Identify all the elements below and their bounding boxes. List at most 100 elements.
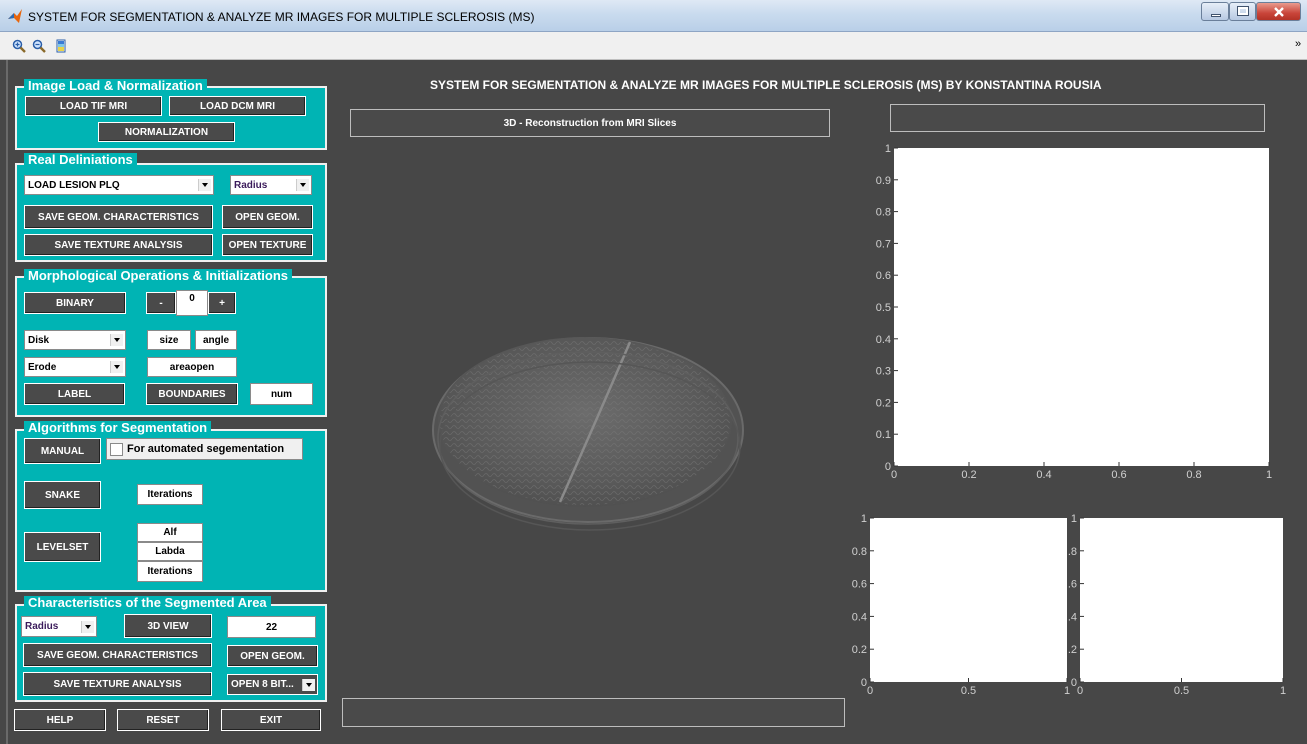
num-field[interactable]: num — [250, 383, 313, 405]
zoom-in-icon[interactable] — [12, 39, 26, 53]
y-tick-label: 1 — [861, 513, 867, 525]
y-tick-label: 0.4 — [852, 611, 867, 623]
decrement-button[interactable]: - — [146, 292, 176, 314]
figure-toolbar: » — [0, 32, 1307, 60]
y-tick-label: 0.4 — [1068, 611, 1077, 623]
normalization-button[interactable]: NORMALIZATION — [98, 122, 235, 142]
chevron-down-icon — [81, 620, 94, 633]
panel-characteristics-title: Characteristics of the Segmented Area — [24, 596, 271, 610]
right-status-box — [890, 104, 1265, 132]
y-tick-label: 0.4 — [876, 334, 891, 346]
y-tick-label: 0.2 — [876, 397, 891, 409]
auto-segmentation-checkbox[interactable] — [110, 442, 123, 456]
y-tick-label: 0 — [861, 677, 867, 689]
y-tick-label: 0.7 — [876, 238, 891, 250]
window-title: SYSTEM FOR SEGMENTATION & ANALYZE MR IMA… — [28, 10, 535, 24]
y-tick-label: 0.6 — [852, 579, 867, 591]
y-tick-label: 0.1 — [876, 429, 891, 441]
plot-area — [1080, 518, 1283, 682]
y-tick-label: 0.8 — [852, 546, 867, 558]
x-tick-label: 1 — [1266, 469, 1272, 481]
close-icon — [1274, 7, 1284, 17]
y-tick-label: 0 — [885, 461, 891, 473]
toolbar-overflow-icon[interactable]: » — [1295, 38, 1301, 50]
open-texture-button[interactable]: OPEN TEXTURE — [222, 234, 313, 256]
open-8bit-select[interactable]: OPEN 8 BIT... — [227, 674, 318, 695]
auto-segmentation-label: For automated segementation — [127, 443, 285, 455]
help-button[interactable]: HELP — [14, 709, 106, 731]
areaopen-field[interactable]: areaopen — [147, 357, 237, 377]
size-field[interactable]: size — [147, 330, 191, 350]
chart-main: 0 0.2 0.4 0.6 0.8 1 0 0.1 0.2 0.3 0.4 0.5 0.6 0.7 0.8 0… — [876, 143, 1272, 481]
lesion-select[interactable]: LOAD LESION PLQ — [24, 175, 214, 195]
label-button[interactable]: LABEL — [24, 383, 125, 405]
chars-radius-select[interactable]: Radius — [21, 616, 97, 637]
bottom-status-box — [342, 698, 845, 727]
morph-value-field[interactable]: 0 — [176, 290, 208, 316]
window-title-bar: SYSTEM FOR SEGMENTATION & ANALYZE MR IMA… — [0, 0, 1307, 32]
snake-button[interactable]: SNAKE — [24, 481, 101, 509]
chevron-down-icon — [198, 179, 211, 191]
manual-button[interactable]: MANUAL — [24, 438, 101, 464]
shape-select[interactable]: Disk — [24, 330, 126, 350]
chars-open-geom-button[interactable]: OPEN GEOM. — [227, 645, 318, 667]
reset-button[interactable]: RESET — [117, 709, 209, 731]
view3d-button[interactable]: 3D VIEW — [124, 614, 212, 638]
plot-area — [870, 518, 1067, 682]
x-tick-label: 0.8 — [1186, 469, 1201, 481]
panel-morphological-title: Morphological Operations & Initializatio… — [24, 269, 293, 283]
x-tick-label: 1 — [1280, 685, 1286, 697]
save-texture-button[interactable]: SAVE TEXTURE ANALYSIS — [24, 234, 213, 256]
chars-save-geom-button[interactable]: SAVE GEOM. CHARACTERISTICS — [23, 643, 212, 667]
chevron-down-icon — [110, 334, 123, 346]
minimize-button[interactable] — [1201, 2, 1229, 21]
x-tick-label: 0 — [867, 685, 873, 697]
y-tick-label: 0.3 — [876, 366, 891, 378]
labda-field[interactable]: Labda — [137, 542, 203, 561]
radius-select-value: Radius — [234, 179, 268, 191]
colorbar-icon[interactable] — [54, 39, 68, 53]
radius-select[interactable]: Radius — [230, 175, 312, 195]
chars-save-texture-button[interactable]: SAVE TEXTURE ANALYSIS — [23, 672, 212, 696]
load-dcm-button[interactable]: LOAD DCM MRI — [169, 96, 306, 116]
chart-bottom-left: 0 0.5 100.20.40.60.81 — [852, 513, 1070, 697]
levelset-button[interactable]: LEVELSET — [24, 532, 101, 562]
shape-select-value: Disk — [28, 334, 50, 346]
reconstruction-label: 3D - Reconstruction from MRI Slices — [350, 109, 830, 137]
alf-field[interactable]: Alf — [137, 523, 203, 542]
y-tick-label: 0.5 — [876, 302, 891, 314]
x-tick-label: 0.2 — [961, 469, 976, 481]
increment-button[interactable]: + — [208, 292, 236, 314]
x-tick-label: 0.4 — [1036, 469, 1051, 481]
chevron-down-icon — [296, 179, 309, 191]
x-tick-label: 0.6 — [1111, 469, 1126, 481]
maximize-button[interactable] — [1229, 2, 1256, 21]
operation-select[interactable]: Erode — [24, 357, 126, 377]
exit-button[interactable]: EXIT — [221, 709, 321, 731]
y-tick-label: 0.2 — [1068, 644, 1077, 656]
snake-iterations-field[interactable]: Iterations — [137, 484, 203, 505]
y-tick-label: 0.8 — [1068, 546, 1077, 558]
maximize-icon — [1237, 6, 1249, 16]
binary-button[interactable]: BINARY — [24, 292, 126, 314]
minimize-icon — [1211, 14, 1221, 17]
angle-field[interactable]: angle — [195, 330, 237, 350]
boundaries-button[interactable]: BOUNDARIES — [146, 383, 238, 405]
load-tif-button[interactable]: LOAD TIF MRI — [25, 96, 162, 116]
zoom-out-icon[interactable] — [32, 39, 46, 53]
open-geom-button[interactable]: OPEN GEOM. — [222, 205, 313, 229]
y-tick-label: 0.8 — [876, 207, 891, 219]
save-geom-button[interactable]: SAVE GEOM. CHARACTERISTICS — [24, 205, 213, 229]
plot-area — [894, 148, 1269, 466]
page-title: SYSTEM FOR SEGMENTATION & ANALYZE MR IMA… — [430, 78, 1102, 92]
chars-value-field[interactable]: 22 — [227, 616, 316, 638]
panel-algorithms-title: Algorithms for Segmentation — [24, 421, 212, 435]
chars-radius-select-value: Radius — [25, 621, 59, 632]
levelset-iterations-field[interactable]: Iterations — [137, 561, 203, 582]
auto-segmentation-checkbox-group[interactable]: For automated segementation — [106, 438, 303, 460]
x-tick-label: 0 — [891, 469, 897, 481]
close-button[interactable] — [1256, 2, 1301, 21]
x-tick-label: 0.5 — [961, 685, 976, 697]
y-tick-label: 0.9 — [876, 175, 891, 187]
left-edge — [6, 60, 8, 744]
